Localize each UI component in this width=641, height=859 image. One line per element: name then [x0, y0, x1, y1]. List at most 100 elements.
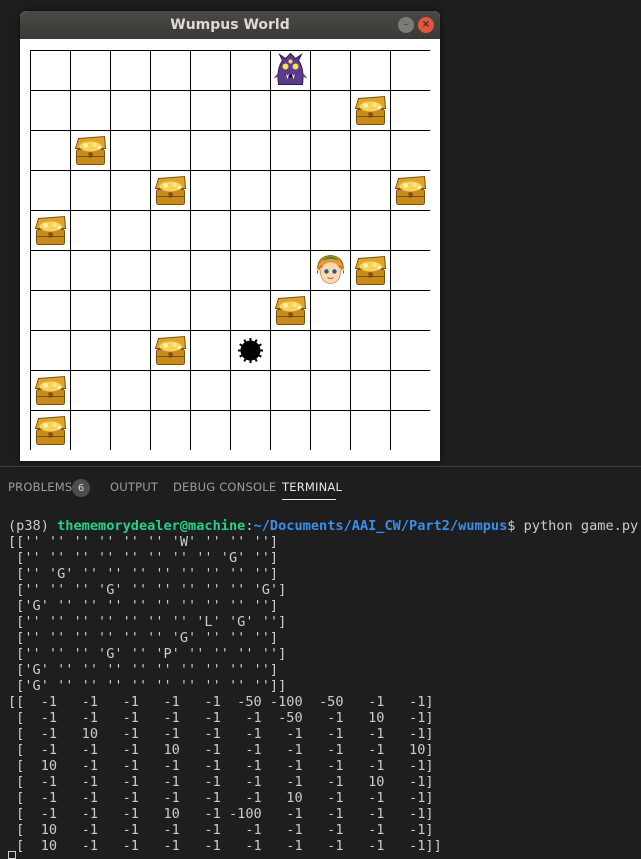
grid-cell	[390, 130, 430, 171]
terminal-line: [ 10 -1 -1 -1 -1 -1 -1 -1 -1 -1]]	[8, 838, 442, 854]
terminal-output[interactable]: (p38) thememorydealer@machine:~/Document…	[8, 518, 638, 854]
tab-terminal[interactable]: TERMINAL	[282, 480, 342, 494]
grid-cell	[310, 50, 351, 91]
grid-cell	[350, 50, 391, 91]
grid-cell	[70, 210, 111, 251]
game-window: Wumpus World – ×	[20, 11, 440, 461]
treasure-chest-icon	[354, 95, 387, 125]
treasure-chest-icon	[34, 375, 67, 405]
grid-cell	[110, 370, 151, 411]
grid-cell	[110, 210, 151, 251]
terminal-line: ['G' '' '' '' '' '' '' '' '' '']]	[8, 678, 287, 694]
grid-cell	[30, 330, 71, 371]
terminal-line: ['' 'G' '' '' '' '' '' '' '' '']	[8, 566, 279, 582]
grid-cell	[230, 250, 271, 291]
window-title: Wumpus World	[170, 17, 290, 33]
terminal-line: [ -1 -1 -1 -1 -1 -1 -1 -1 10 -1]	[8, 774, 434, 790]
grid-cell	[150, 210, 191, 251]
grid-cell	[190, 250, 231, 291]
grid-cell	[310, 330, 351, 371]
grid-cell	[310, 130, 351, 171]
prompt-separator: :	[245, 518, 254, 534]
grid-cell	[150, 410, 191, 450]
grid-cell	[150, 250, 191, 291]
grid-cell	[270, 410, 311, 450]
grid-cell	[270, 250, 311, 291]
treasure-chest-icon	[274, 295, 307, 325]
conda-env: (p38)	[8, 518, 58, 534]
problems-count-badge: 6	[72, 479, 90, 497]
grid-cell	[110, 50, 151, 91]
terminal-line: ['' '' '' 'G' '' 'P' '' '' '' '']	[8, 646, 287, 662]
grid-cell	[270, 170, 311, 211]
terminal-line: ['G' '' '' '' '' '' '' '' '' '']	[8, 598, 279, 614]
tab-output[interactable]: OUTPUT	[110, 480, 158, 494]
grid-cell	[390, 90, 430, 131]
grid-cell	[150, 90, 191, 131]
prompt-path: ~/Documents/AAI_CW/Part2/wumpus	[253, 518, 508, 534]
grid-cell	[310, 410, 351, 450]
game-board	[30, 50, 430, 450]
grid-cell	[190, 370, 231, 411]
treasure-chest-icon	[34, 215, 67, 245]
active-tab-indicator	[282, 499, 336, 500]
treasure-chest-icon	[154, 335, 187, 365]
grid-cell	[70, 330, 111, 371]
grid-cell	[70, 50, 111, 91]
close-button[interactable]: ×	[418, 17, 434, 33]
grid-cell	[150, 370, 191, 411]
grid-cell	[350, 130, 391, 171]
treasure-chest-icon	[34, 415, 67, 445]
terminal-line: [ -1 -1 -1 10 -1 -100 -1 -1 -1 -1]	[8, 806, 434, 822]
grid-cell	[70, 370, 111, 411]
terminal-cursor	[8, 851, 16, 859]
terminal-line: [ -1 10 -1 -1 -1 -1 -1 -1 -1 -1]	[8, 726, 434, 742]
grid-cell	[270, 370, 311, 411]
grid-cell	[350, 170, 391, 211]
grid-cell	[390, 410, 430, 450]
grid-cell	[230, 210, 271, 251]
grid-cell	[190, 330, 231, 371]
prompt-user: thememorydealer@machine	[57, 518, 246, 534]
tab-problems[interactable]: PROBLEMS	[8, 480, 72, 494]
grid-cell	[110, 410, 151, 450]
grid-cell	[70, 170, 111, 211]
grid-cell	[110, 130, 151, 171]
grid-cell	[190, 90, 231, 131]
grid-cell	[230, 130, 271, 171]
terminal-prompt-line: (p38) thememorydealer@machine:~/Document…	[8, 518, 638, 534]
treasure-chest-icon	[74, 135, 107, 165]
panel-tabs: PROBLEMS 6 OUTPUT DEBUG CONSOLE TERMINAL	[0, 467, 641, 505]
grid-cell	[110, 250, 151, 291]
grid-cell	[310, 210, 351, 251]
grid-cell	[230, 290, 271, 331]
grid-cell	[270, 330, 311, 371]
terminal-line: [[ -1 -1 -1 -1 -1 -50 -100 -50 -1 -1]	[8, 694, 434, 710]
terminal-line: [ 10 -1 -1 -1 -1 -1 -1 -1 -1 -1]	[8, 822, 434, 838]
terminal-line: ['' '' '' '' '' '' 'G' '' '' '']	[8, 630, 279, 646]
grid-cell	[30, 50, 71, 91]
grid-cell	[270, 210, 311, 251]
terminal-line: ['G' '' '' '' '' '' '' '' '' '']	[8, 662, 279, 678]
grid-cell	[190, 50, 231, 91]
grid-cell	[30, 170, 71, 211]
grid-cell	[230, 370, 271, 411]
grid-cell	[230, 410, 271, 450]
treasure-chest-icon	[154, 175, 187, 205]
terminal-line: ['' '' '' '' '' '' '' 'L' 'G' '']	[8, 614, 287, 630]
tab-debug-console[interactable]: DEBUG CONSOLE	[173, 480, 276, 494]
window-titlebar[interactable]: Wumpus World – ×	[20, 11, 440, 39]
grid-cell	[310, 90, 351, 131]
grid-cell	[190, 170, 231, 211]
grid-cell	[30, 130, 71, 171]
minimize-button[interactable]: –	[398, 17, 414, 33]
grid-cell	[70, 290, 111, 331]
grid-cell	[110, 170, 151, 211]
grid-cell	[30, 290, 71, 331]
grid-cell	[390, 250, 430, 291]
terminal-line: [ -1 -1 -1 -1 -1 -1 -50 -1 10 -1]	[8, 710, 434, 726]
grid-cell	[70, 410, 111, 450]
grid-cell	[230, 50, 271, 91]
grid-cell	[270, 90, 311, 131]
terminal-line: [ -1 -1 -1 -1 -1 -1 10 -1 -1 -1]	[8, 790, 434, 806]
